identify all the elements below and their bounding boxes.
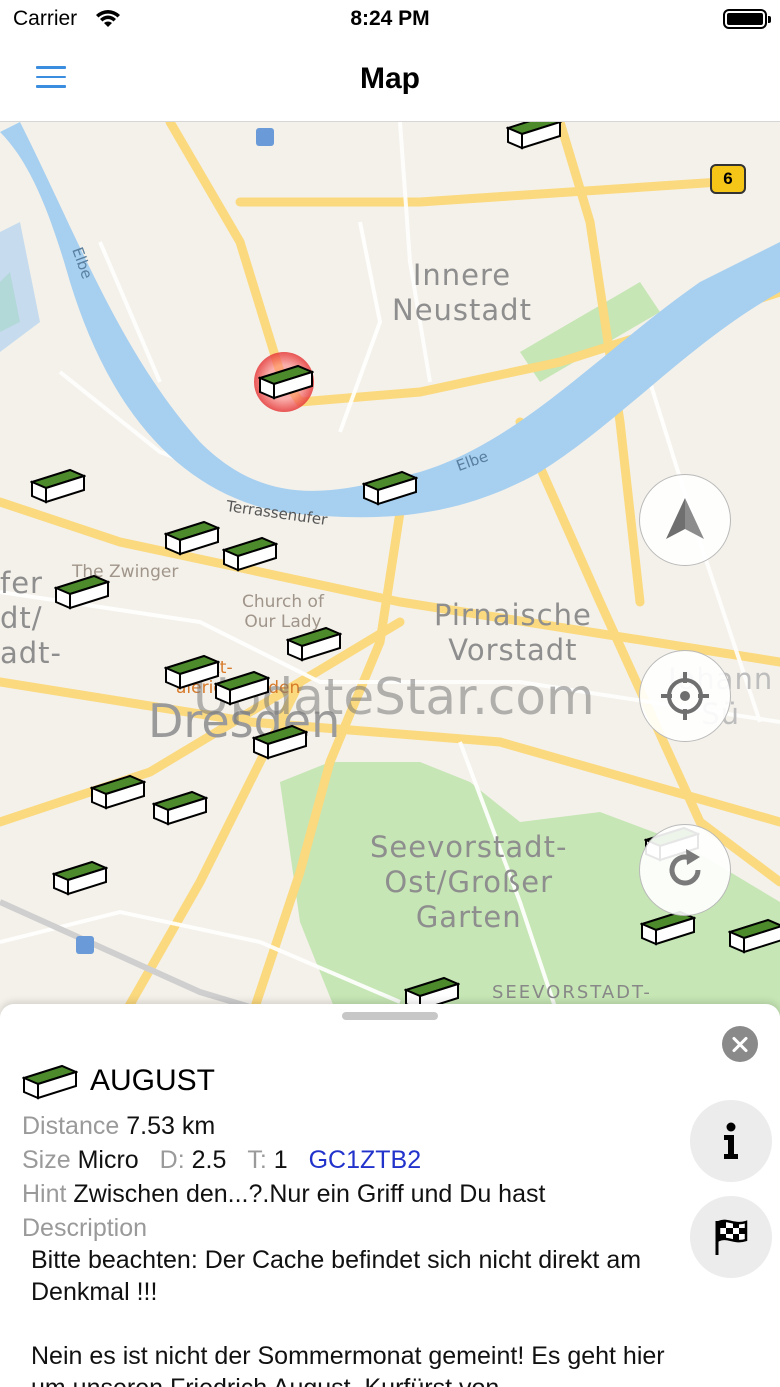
cache-marker-icon[interactable] [29, 466, 87, 506]
description-text: Bitte beachten: Der Cache befindet sich … [31, 1244, 681, 1387]
cache-marker-icon[interactable] [51, 858, 109, 898]
cache-marker-icon[interactable] [151, 788, 209, 828]
hint-value: Zwischen den...?.Nur ein Griff und Du ha… [73, 1180, 546, 1208]
difficulty-value: 2.5 [191, 1146, 227, 1174]
cache-detail-sheet: AUGUST Distance 7.53 km Size Micro D: 2.… [0, 1004, 780, 1387]
size-label: Size [22, 1146, 71, 1174]
district-left-partial: fer dt/ adt- [0, 566, 63, 670]
distance-label: Distance [22, 1112, 120, 1140]
road-number-badge: 6 [710, 164, 746, 194]
cache-code-link[interactable]: GC1ZTB2 [309, 1146, 422, 1174]
cache-marker-icon[interactable] [163, 518, 221, 558]
battery-icon [723, 9, 771, 29]
district-innere-neustadt: Innere Neustadt [392, 258, 532, 327]
district-seevorstadt-ost: Seevorstadt- Ost/Großer Garten [370, 830, 568, 934]
description-paragraph: Bitte beachten: Der Cache befindet sich … [31, 1246, 642, 1306]
cache-marker-icon[interactable] [505, 122, 563, 152]
train-station-icon [76, 936, 94, 954]
district-pirnaische-vorstadt: Pirnaische Vorstadt [434, 598, 592, 667]
cache-marker-icon[interactable] [361, 468, 419, 508]
difficulty-label: D: [159, 1146, 185, 1174]
size-value: Micro [77, 1146, 139, 1174]
cache-marker-icon[interactable] [251, 722, 309, 762]
crosshair-icon[interactable] [639, 650, 731, 742]
cache-marker-icon[interactable] [257, 362, 315, 402]
cache-marker-icon[interactable] [53, 572, 111, 612]
clock: 8:24 PM [350, 7, 430, 30]
info-icon[interactable] [690, 1100, 772, 1182]
distance-row: Distance 7.53 km [22, 1112, 215, 1141]
cache-box-icon [22, 1064, 78, 1100]
description-paragraph: Nein es ist nicht der Sommermonat gemein… [31, 1342, 665, 1387]
close-icon[interactable] [722, 1026, 758, 1062]
cache-marker-icon[interactable] [163, 652, 221, 692]
status-bar: Carrier 8:24 PM [0, 0, 780, 40]
refresh-icon[interactable] [639, 824, 731, 916]
navigation-bar: Map [0, 40, 780, 122]
cache-marker-icon[interactable] [89, 772, 147, 812]
description-label: Description [22, 1214, 148, 1242]
cache-name: AUGUST [90, 1064, 216, 1097]
size-row: Size Micro D: 2.5 T: 1 GC1ZTB2 [22, 1146, 421, 1175]
terrain-label: T: [247, 1146, 267, 1174]
cache-marker-icon[interactable] [727, 916, 780, 956]
train-station-icon [256, 128, 274, 146]
page-title: Map [360, 62, 420, 95]
map-view[interactable]: 6 Innere Neustadt Pirnaische Vorstadt Se… [0, 122, 780, 1022]
sheet-grabber[interactable] [342, 1012, 438, 1020]
hint-label: Hint [22, 1180, 67, 1208]
checkered-flag-icon[interactable] [690, 1196, 772, 1278]
terrain-value: 1 [273, 1146, 288, 1174]
cache-marker-icon[interactable] [221, 534, 279, 574]
cache-marker-icon[interactable] [285, 624, 343, 664]
compass-arrow-icon[interactable] [639, 474, 731, 566]
hint-row: Hint Zwischen den...?.Nur ein Griff und … [22, 1180, 545, 1209]
distance-value: 7.53 km [126, 1112, 216, 1140]
cache-marker-icon[interactable] [213, 668, 271, 708]
district-seevorstadt: SEEVORSTADT- [492, 982, 652, 1003]
